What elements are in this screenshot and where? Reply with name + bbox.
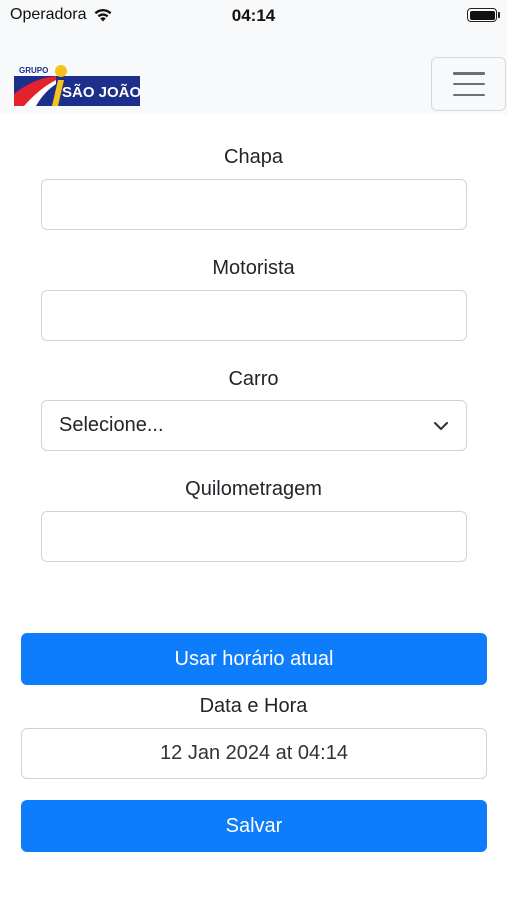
save-button[interactable]: Salvar [21,800,487,852]
battery-icon [467,8,500,22]
status-time: 04:14 [231,6,276,25]
quilometragem-input[interactable] [41,511,467,562]
use-current-time-button[interactable]: Usar horário atual [21,633,487,685]
chapa-input[interactable] [41,179,467,230]
carro-select[interactable]: Selecione... [41,400,467,451]
hamburger-icon [452,72,485,96]
chevron-down-icon [433,421,449,430]
motorista-label: Motorista [212,257,295,279]
logo-image: GRUPO SÃO JOÃO [14,65,140,106]
datetime-label: Data e Hora [199,695,308,717]
datetime-input[interactable]: 12 Jan 2024 at 04:14 [21,728,487,779]
motorista-input[interactable] [41,290,467,341]
carro-label: Carro [228,368,279,390]
navbar: GRUPO SÃO JOÃO [0,34,507,114]
status-bar: Operadora 04:14 [0,0,507,34]
logo-top-text: GRUPO [19,66,48,75]
carro-selected-value: Selecione... [59,414,164,436]
datetime-value: 12 Jan 2024 at 04:14 [160,742,348,764]
grupo-sao-joao-logo[interactable]: GRUPO SÃO JOÃO [14,64,140,106]
menu-toggle-button[interactable] [431,57,506,111]
quilometragem-label: Quilometragem [185,478,322,500]
logo-main-text: SÃO JOÃO [62,83,140,101]
chapa-label: Chapa [224,146,283,168]
